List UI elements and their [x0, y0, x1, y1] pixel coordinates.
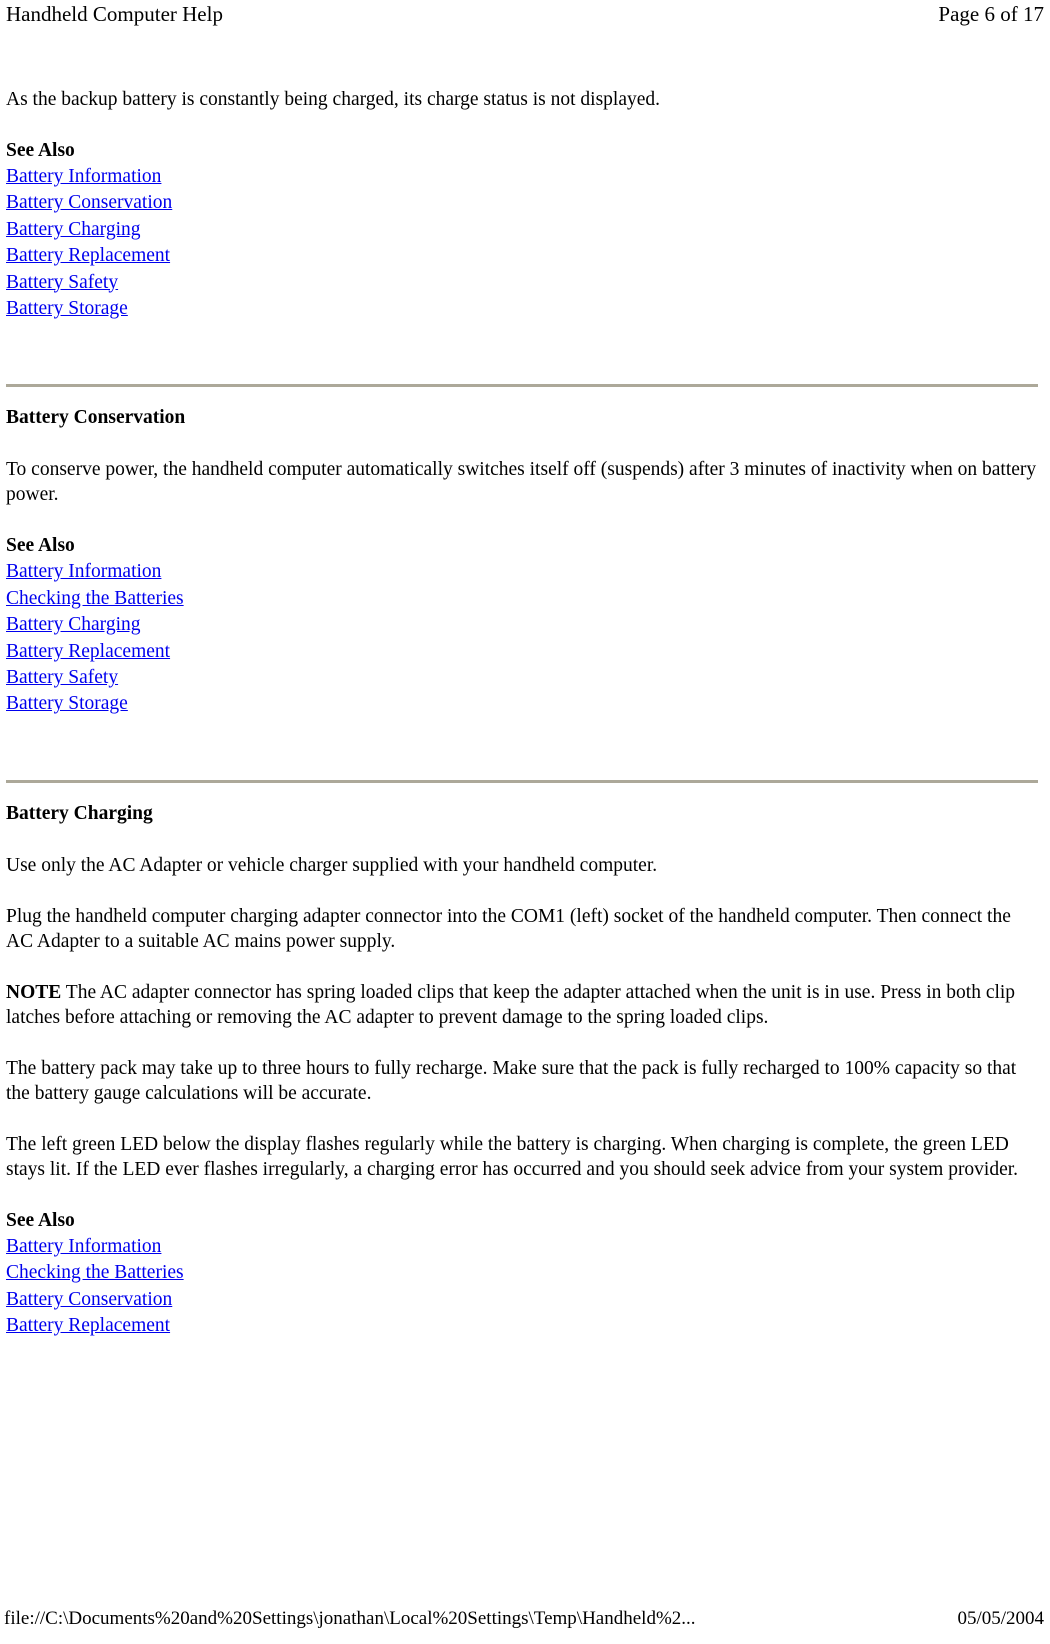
see-also-link-battery-storage[interactable]: Battery Storage — [6, 693, 128, 714]
list-item: Battery Storage — [6, 691, 1038, 717]
list-item: Battery Safety — [6, 665, 1038, 691]
section-checking-batteries-tail: As the backup battery is constantly bein… — [6, 87, 1038, 322]
see-also-link-battery-charging[interactable]: Battery Charging — [6, 219, 141, 240]
list-item: Battery Charging — [6, 612, 1038, 638]
body-paragraph: The battery pack may take up to three ho… — [6, 1057, 1017, 1104]
print-date: 05/05/2004 — [957, 1608, 1044, 1629]
section-title: Battery Charging — [6, 802, 153, 824]
list-item: Checking the Batteries — [6, 586, 1038, 612]
see-also-link-battery-replacement[interactable]: Battery Replacement — [6, 641, 170, 662]
list-item: Battery Charging — [6, 217, 1038, 243]
see-also-link-battery-replacement[interactable]: Battery Replacement — [6, 245, 170, 266]
list-item: Battery Replacement — [6, 243, 1038, 269]
note-paragraph: NOTE The AC adapter connector has spring… — [6, 980, 1038, 1030]
see-also-list: Battery Information Checking the Batteri… — [6, 559, 1038, 717]
body-paragraph: The left green LED below the display fla… — [6, 1133, 1019, 1180]
document-page: Handheld Computer Help Page 6 of 17 As t… — [0, 0, 1050, 1644]
body-paragraph: Use only the AC Adapter or vehicle charg… — [6, 854, 658, 876]
note-label: NOTE — [6, 981, 62, 1003]
see-also-list: Battery Information Checking the Batteri… — [6, 1234, 1038, 1340]
source-path: file://C:\Documents%20and%20Settings\jon… — [4, 1608, 696, 1629]
see-also-list: Battery Information Battery Conservation… — [6, 164, 1038, 322]
section-battery-charging: Battery Charging Use only the AC Adapter… — [6, 801, 1038, 1340]
section-battery-conservation: Battery Conservation To conserve power, … — [6, 405, 1038, 717]
page-header: Handheld Computer Help Page 6 of 17 — [4, 0, 1046, 25]
list-item: Checking the Batteries — [6, 1260, 1038, 1286]
see-also-link-battery-conservation[interactable]: Battery Conservation — [6, 192, 172, 213]
see-also-link-battery-replacement[interactable]: Battery Replacement — [6, 1315, 170, 1336]
page-content: As the backup battery is constantly bein… — [4, 87, 1046, 1340]
see-also-link-battery-storage[interactable]: Battery Storage — [6, 298, 128, 319]
list-item: Battery Information — [6, 164, 1038, 190]
see-also-link-battery-information[interactable]: Battery Information — [6, 1236, 161, 1257]
see-also-link-battery-information[interactable]: Battery Information — [6, 166, 161, 187]
list-item: Battery Replacement — [6, 639, 1038, 665]
list-item: Battery Information — [6, 1234, 1038, 1260]
section-title: Battery Conservation — [6, 407, 186, 429]
document-title: Handheld Computer Help — [6, 2, 223, 26]
see-also-heading: See Also — [6, 1209, 75, 1231]
see-also-link-battery-charging[interactable]: Battery Charging — [6, 614, 141, 635]
body-paragraph: As the backup battery is constantly bein… — [6, 89, 661, 110]
see-also-link-battery-information[interactable]: Battery Information — [6, 561, 161, 582]
see-also-link-battery-conservation[interactable]: Battery Conservation — [6, 1289, 172, 1310]
see-also-link-battery-safety[interactable]: Battery Safety — [6, 272, 118, 293]
body-paragraph: Plug the handheld computer charging adap… — [6, 905, 1011, 952]
see-also-link-checking-the-batteries[interactable]: Checking the Batteries — [6, 1262, 184, 1283]
page-number-indicator: Page 6 of 17 — [938, 2, 1044, 26]
list-item: Battery Information — [6, 559, 1038, 585]
see-also-link-checking-the-batteries[interactable]: Checking the Batteries — [6, 588, 184, 609]
page-footer: file://C:\Documents%20and%20Settings\jon… — [0, 1609, 1050, 1628]
see-also-heading: See Also — [6, 535, 75, 557]
list-item: Battery Storage — [6, 296, 1038, 322]
list-item: Battery Safety — [6, 270, 1038, 296]
body-paragraph: To conserve power, the handheld computer… — [6, 459, 1037, 506]
list-item: Battery Conservation — [6, 190, 1038, 216]
list-item: Battery Replacement — [6, 1313, 1038, 1339]
list-item: Battery Conservation — [6, 1287, 1038, 1313]
see-also-link-battery-safety[interactable]: Battery Safety — [6, 667, 118, 688]
note-text: The AC adapter connector has spring load… — [6, 981, 1016, 1028]
see-also-heading: See Also — [6, 140, 75, 161]
